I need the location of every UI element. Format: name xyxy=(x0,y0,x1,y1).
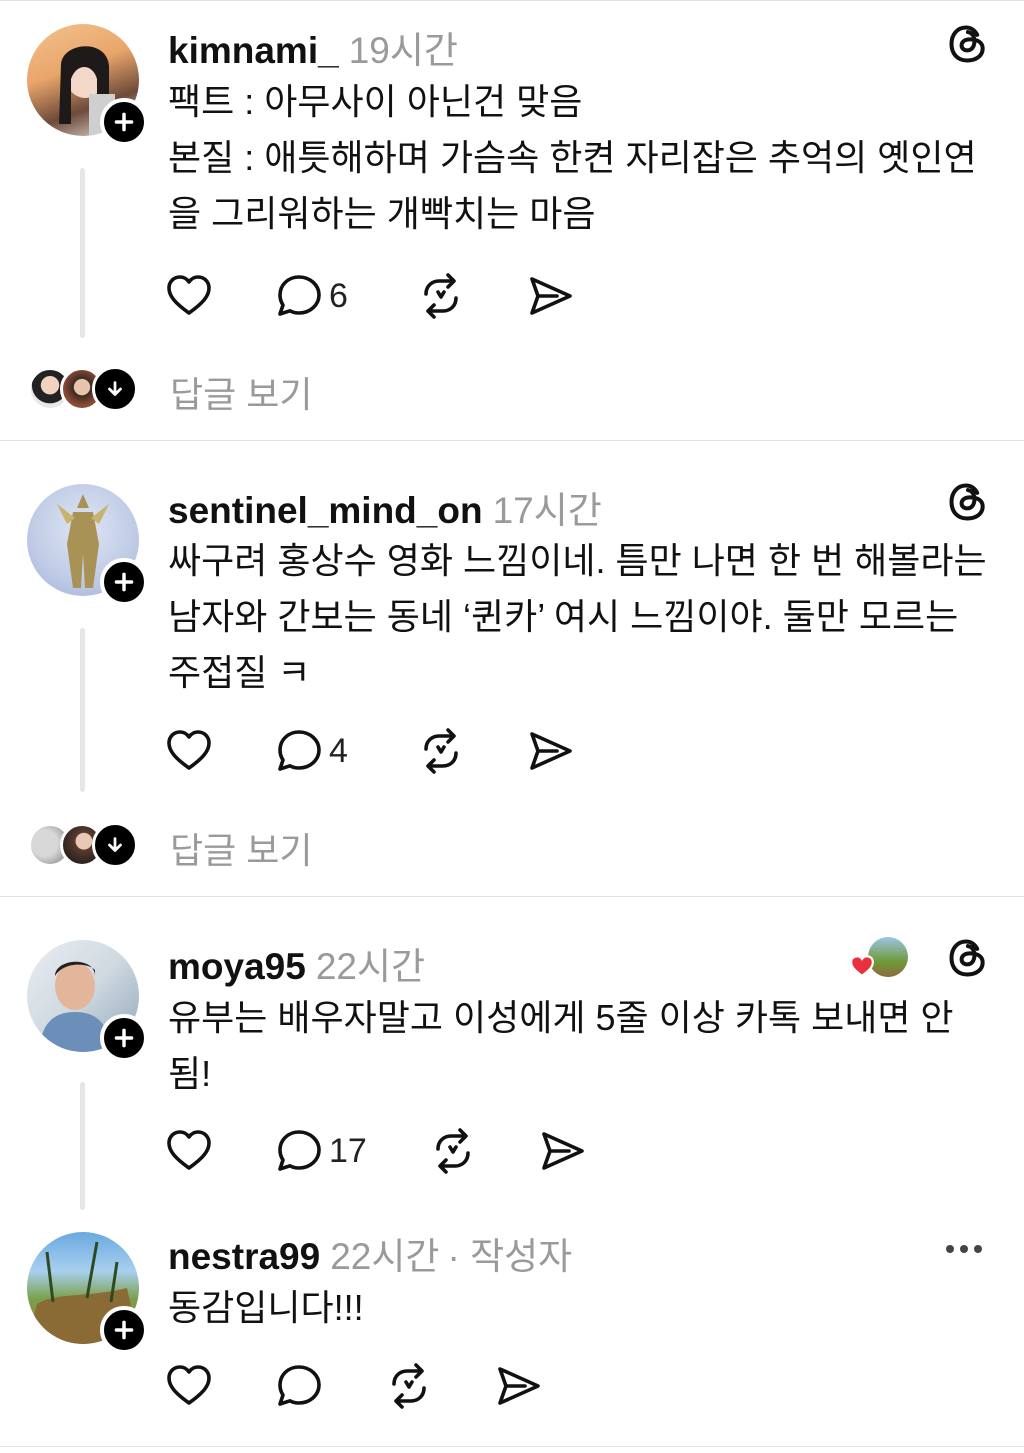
heart-icon xyxy=(850,955,874,978)
repost-button[interactable] xyxy=(417,727,465,775)
heart-icon xyxy=(165,1127,213,1175)
view-replies-link[interactable]: 답글 보기 xyxy=(170,366,312,418)
reply-button[interactable]: 17 xyxy=(275,1127,367,1175)
post-time: 19시간 xyxy=(348,30,458,71)
share-button[interactable] xyxy=(539,1127,587,1175)
reply-count: 4 xyxy=(329,731,348,770)
username-text[interactable]: nestra99 xyxy=(168,1236,320,1277)
comment-icon xyxy=(275,1127,323,1175)
send-icon xyxy=(527,272,575,320)
follow-plus-icon[interactable] xyxy=(100,1014,148,1062)
heart-icon xyxy=(165,727,213,775)
post-time: 22시간 xyxy=(315,946,426,987)
arrow-down-icon[interactable] xyxy=(92,366,138,412)
repost-button[interactable] xyxy=(429,1127,477,1175)
thread-line xyxy=(80,168,85,338)
like-button[interactable] xyxy=(165,1127,213,1175)
comment-icon xyxy=(275,727,323,775)
threads-logo-icon[interactable] xyxy=(946,480,990,524)
threads-logo-icon[interactable] xyxy=(946,936,990,980)
heart-icon xyxy=(165,1362,213,1410)
reply-count: 17 xyxy=(329,1131,367,1170)
threads-logo-icon[interactable] xyxy=(946,22,990,66)
more-dots-icon[interactable] xyxy=(944,1243,984,1255)
view-replies-link[interactable]: 답글 보기 xyxy=(170,822,312,874)
reply-button[interactable]: 4 xyxy=(275,727,348,775)
repost-icon xyxy=(417,727,465,775)
username-text[interactable]: kimnami_ xyxy=(168,30,339,71)
username[interactable]: kimnami_ 19시간 xyxy=(168,20,458,74)
send-icon xyxy=(527,727,575,775)
username-text[interactable]: moya95 xyxy=(168,946,306,987)
post-text: 유부는 배우자말고 이성에게 5줄 이상 카톡 보내면 안됨! xyxy=(168,997,954,1094)
username-text[interactable]: sentinel_mind_on xyxy=(168,490,483,531)
repost-button[interactable] xyxy=(417,272,465,320)
author-liked-badge xyxy=(848,937,910,981)
repost-icon xyxy=(385,1362,433,1410)
follow-plus-icon[interactable] xyxy=(100,98,148,146)
username[interactable]: nestra99 22시간 · 작성자 xyxy=(168,1226,572,1280)
username[interactable]: sentinel_mind_on 17시간 xyxy=(168,480,602,534)
repost-icon xyxy=(429,1127,477,1175)
follow-plus-icon[interactable] xyxy=(100,1306,148,1354)
post-text: 싸구려 홍상수 영화 느낌이네. 틈만 나면 한 번 해볼라는 남자와 간보는 … xyxy=(168,540,997,693)
post-text: 팩트 : 아무사이 아닌건 맞음 본질 : 애틋해하며 가슴속 한켠 자리잡은 … xyxy=(168,81,977,234)
divider xyxy=(0,896,1024,897)
like-button[interactable] xyxy=(165,1362,213,1410)
author-tag: · 작성자 xyxy=(447,1236,573,1277)
comment-icon xyxy=(275,1362,323,1410)
share-button[interactable] xyxy=(527,272,575,320)
share-button[interactable] xyxy=(527,727,575,775)
like-button[interactable] xyxy=(165,727,213,775)
reply-button[interactable]: 6 xyxy=(275,272,348,320)
follow-plus-icon[interactable] xyxy=(100,558,148,606)
send-icon xyxy=(539,1127,587,1175)
thread-line xyxy=(80,1082,85,1210)
username[interactable]: moya95 22시간 xyxy=(168,936,425,990)
top-divider xyxy=(0,0,1024,1)
reply-count: 6 xyxy=(329,276,348,315)
repost-icon xyxy=(417,272,465,320)
share-button[interactable] xyxy=(495,1362,543,1410)
reply-button[interactable] xyxy=(275,1362,323,1410)
post-time: 22시간 xyxy=(330,1236,440,1277)
reply-avatars[interactable] xyxy=(28,364,138,414)
divider xyxy=(0,440,1024,441)
repost-button[interactable] xyxy=(385,1362,433,1410)
divider xyxy=(0,1446,1024,1447)
arrow-down-icon[interactable] xyxy=(92,822,138,868)
post-time: 17시간 xyxy=(492,490,602,531)
thread-line xyxy=(80,628,85,792)
like-button[interactable] xyxy=(165,272,213,320)
heart-icon xyxy=(165,272,213,320)
post-text: 동감입니다!!! xyxy=(168,1287,364,1328)
send-icon xyxy=(495,1362,543,1410)
reply-avatars[interactable] xyxy=(28,820,138,870)
comment-icon xyxy=(275,272,323,320)
